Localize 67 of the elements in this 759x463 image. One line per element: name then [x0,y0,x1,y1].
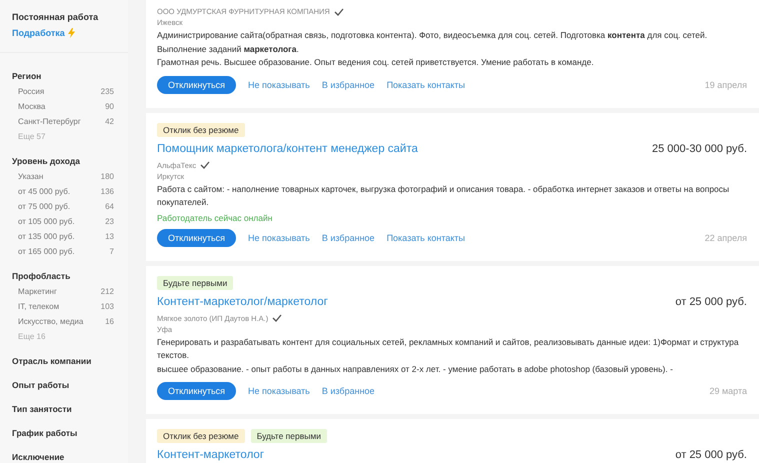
filter-count: 23 [105,217,114,226]
action-link[interactable]: Показать контакты [386,80,465,90]
vacancy-badge: Отклик без резюме [157,122,245,136]
filter-option[interactable]: Искусство, медиа [18,317,84,326]
respond-button[interactable]: Откликнуться [157,76,236,94]
filter-option[interactable]: Маркетинг [18,287,57,296]
employment-link[interactable]: Подработка [12,28,65,38]
salary: 25 000-30 000 руб. [652,142,747,154]
filter-heading[interactable]: График работы [12,428,116,438]
filter-option[interactable]: от 75 000 руб. [18,202,70,211]
employment-option[interactable]: Постоянная работа [12,12,116,22]
online-status: Работодатель сейчас онлайн [157,212,274,222]
vacancy-badge: Будьте первыми [250,429,327,443]
filter-option[interactable]: Санкт-Петербург [18,117,81,126]
filter-count: 42 [105,117,114,126]
filter-option[interactable]: от 135 000 руб. [18,232,75,241]
action-link[interactable]: Не показывать [248,232,310,242]
salary: от 25 000 руб. [675,449,747,461]
filter-heading: Регион [12,71,42,81]
filter-count: 13 [105,232,114,241]
filter-option[interactable]: Россия [18,87,44,96]
vacancy-description: Грамотная речь. Высшее образование. Опыт ведения соц. сетей приветствуется. Умение работать в команде. [157,56,595,69]
vacancy-date: 22 апреля [704,232,747,242]
filter-heading[interactable]: Исключение [12,452,116,462]
vacancy-date: 19 апреля [704,80,747,90]
vacancy-title[interactable]: Контент-маркетолог/маркетолог [157,296,328,308]
filter-count: 235 [100,87,114,96]
vacancy-date: 29 марта [709,386,747,396]
action-link[interactable]: В избранное [322,232,375,242]
filter-count: 103 [100,302,114,311]
filter-count: 7 [110,247,114,256]
filter-option[interactable]: от 165 000 руб. [18,247,75,256]
vacancy-title[interactable]: Помощник маркетолога/контент менеджер сайта [157,142,418,154]
respond-button[interactable]: Откликнуться [157,228,236,246]
filter-count: 212 [100,287,114,296]
filter-heading[interactable]: Тип занятости [12,404,116,414]
filter-heading[interactable]: Отрасль компании [12,356,116,366]
action-link[interactable]: Не показывать [248,80,310,90]
salary: от 25 000 руб. [675,296,747,308]
vacancy-description: Генерировать и разрабатывать контент для социальных сетей, рекламных компаний и сайтов, реализовывать данные идеи: 1)Формат и структура текстов. [157,336,740,362]
filter-option[interactable]: от 105 000 руб. [18,217,75,226]
filter-option[interactable]: IT, телеком [18,302,60,311]
filter-count: 90 [105,102,114,111]
action-link[interactable]: Не показывать [248,386,310,396]
filter-count: 64 [105,202,114,211]
lightning-icon [68,28,75,38]
filter-heading[interactable]: Опыт работы [12,380,116,390]
filter-heading: Уровень дохода [12,156,82,166]
vacancy-title[interactable]: Контент-маркетолог [157,449,264,461]
respond-button[interactable]: Откликнуться [157,382,236,400]
action-link[interactable]: В избранное [322,386,375,396]
vacancy-description: Администрирование сайта(обратная связь, подготовка контента). Фото, видеосъемка для соц. сетей. Подготовка контента для соц. сетей. Выполнение заданий маркетолога. [157,29,708,56]
filter-count: 16 [105,317,114,326]
vacancy-badge: Отклик без резюме [157,429,245,443]
filter-count: 136 [100,187,114,196]
filter-option[interactable]: от 45 000 руб. [18,187,70,196]
filter-option[interactable]: Москва [18,102,46,111]
action-link[interactable]: Показать контакты [386,232,465,242]
filter-count: 180 [100,172,114,181]
vacancy-badge: Будьте первыми [157,276,234,290]
vacancy-description: Работа с сайтом: - наполнение товарных карточек, выгрузка фотографий и описания товара. - обработка интернет заказов и ответы на вопросы покупателей. [157,182,730,209]
filter-option[interactable]: Указан [18,172,44,181]
vacancy-description: высшее образование. - опыт работы в данных направлениях от 2-х лет. - умение работать в adobe photoshop (базовый уровень). - [157,362,674,376]
show-more-link[interactable]: Еще 57 [12,129,116,144]
filter-heading: Профобласть [12,271,72,281]
action-link[interactable]: В избранное [322,80,375,90]
show-more-link[interactable]: Еще 16 [12,329,116,344]
